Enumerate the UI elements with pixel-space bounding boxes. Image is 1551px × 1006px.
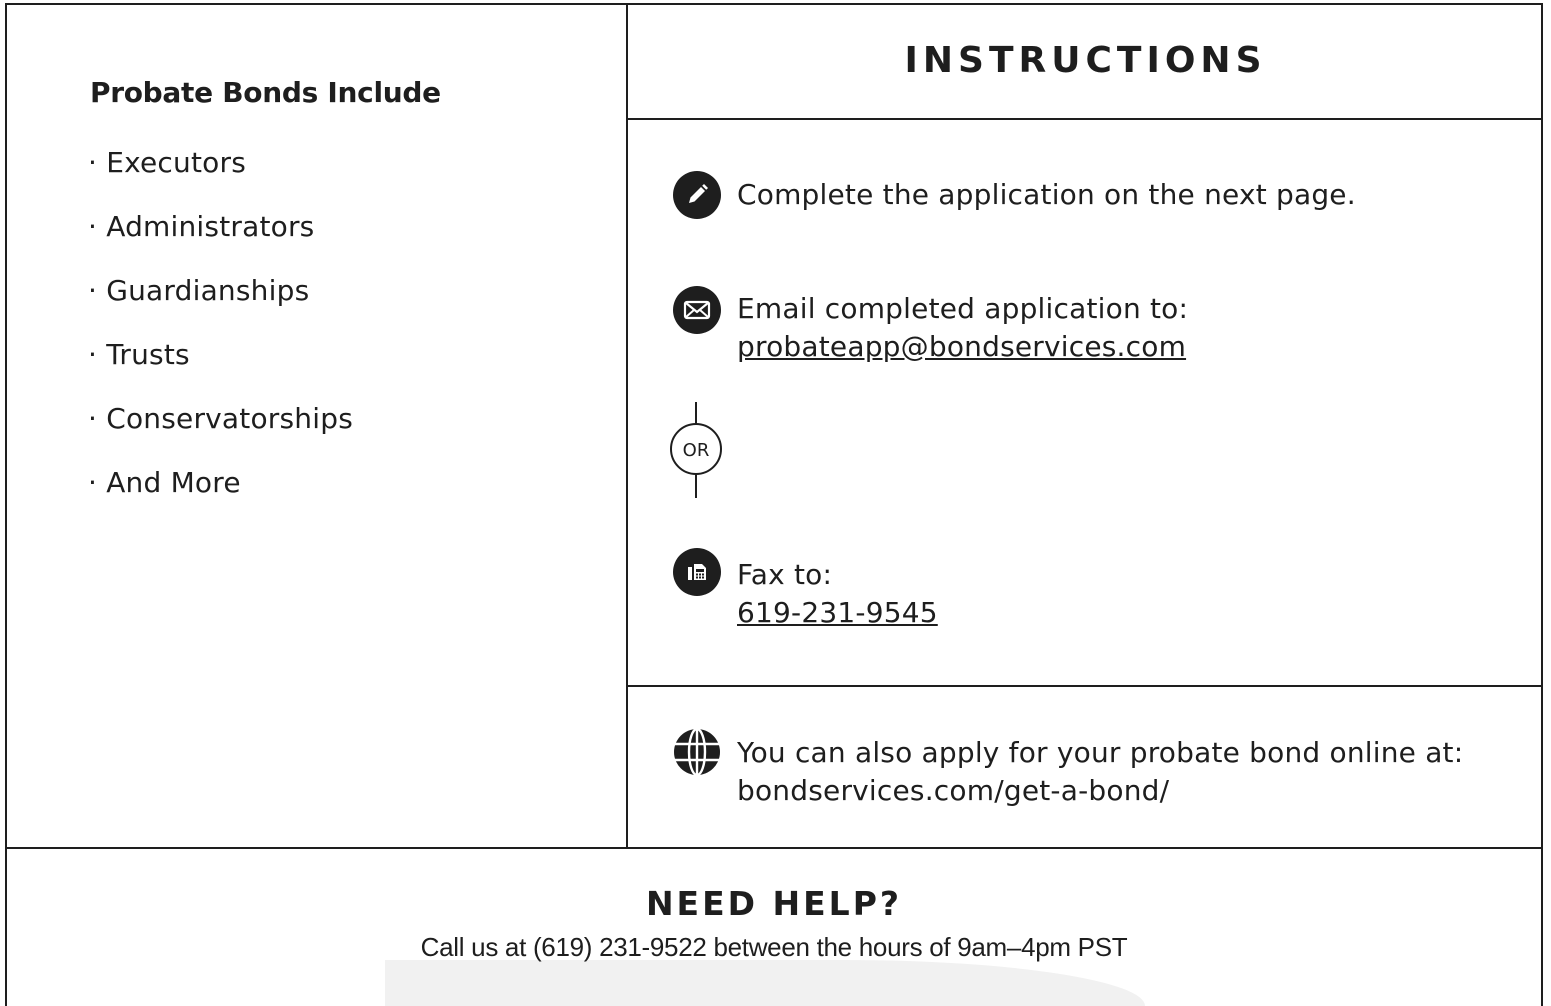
online-url[interactable]: bondservices.com/get-a-bond/ [737, 772, 1463, 810]
fax-number-link[interactable]: 619-231-9545 [737, 596, 938, 629]
email-link[interactable]: probateapp@bondservices.com [737, 330, 1186, 363]
step-email: Email completed application to: probatea… [737, 290, 1188, 366]
online-application: You can also apply for your probate bond… [737, 734, 1463, 810]
online-instruction: You can also apply for your probate bond… [737, 736, 1464, 769]
fax-icon [673, 548, 721, 596]
probate-bonds-list: · Executors · Administrators · Guardians… [88, 144, 353, 528]
need-help-title: NEED HELP? [645, 884, 903, 923]
instructions-header-divider [628, 118, 1543, 120]
envelope-icon [673, 286, 721, 334]
column-divider [626, 3, 628, 849]
list-item: · And More [88, 466, 241, 499]
email-instruction: Email completed application to: [737, 292, 1189, 325]
probate-bonds-title: Probate Bonds Include [90, 76, 441, 109]
list-item: · Guardianships [88, 274, 310, 307]
online-section-divider [628, 685, 1543, 687]
fax-instruction: Fax to: [737, 558, 833, 591]
instructions-title: INSTRUCTIONS [904, 40, 1267, 81]
list-item: · Administrators [88, 210, 315, 243]
or-divider: OR [668, 402, 724, 498]
step-fax: Fax to: 619-231-9545 [737, 556, 938, 632]
step-complete-application: Complete the application on the next pag… [737, 178, 1356, 211]
help-section-divider [5, 847, 1543, 849]
list-item: · Executors [88, 146, 246, 179]
help-contact-text: Call us at (619) 231-9522 between the ho… [420, 932, 1128, 962]
or-label: OR [683, 440, 710, 461]
list-item: · Conservatorships [88, 402, 353, 435]
list-item: · Trusts [88, 338, 190, 371]
pencil-icon [673, 171, 721, 219]
globe-icon [673, 728, 721, 776]
